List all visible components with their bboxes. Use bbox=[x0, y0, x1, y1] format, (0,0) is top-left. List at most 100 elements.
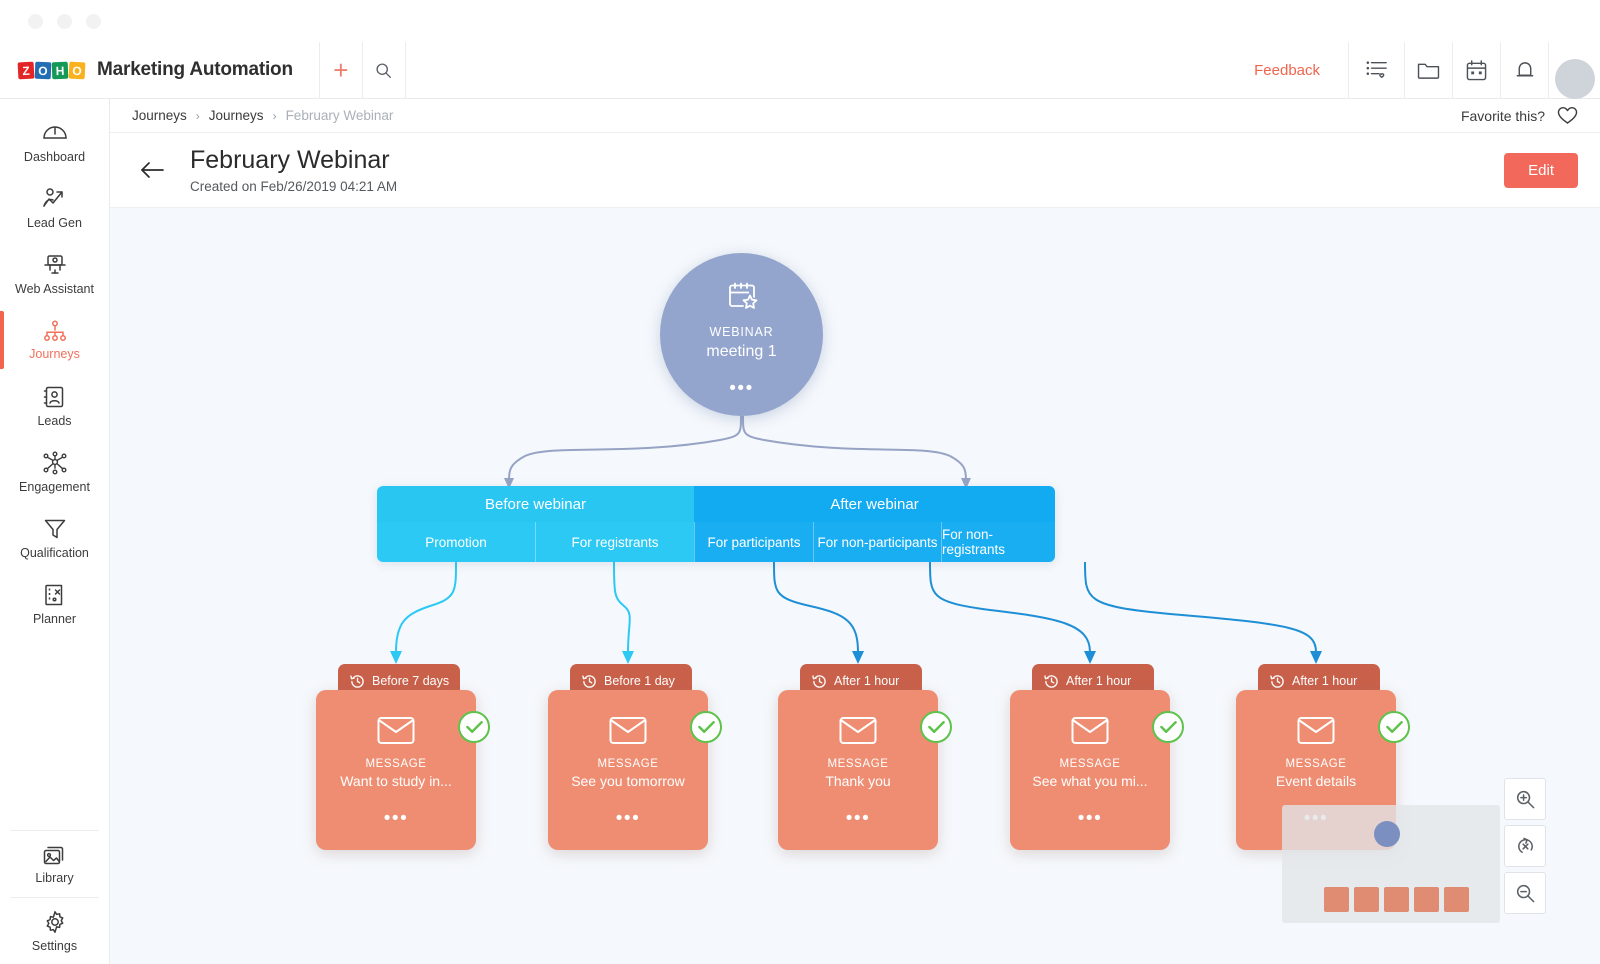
node-kind-label: WEBINAR bbox=[709, 325, 774, 339]
window-maximize-dot[interactable] bbox=[86, 13, 101, 29]
envelope-icon bbox=[377, 716, 415, 750]
sidebar-item-planner[interactable]: Planner bbox=[0, 571, 109, 637]
folder-icon bbox=[1417, 63, 1440, 79]
check-circle-icon bbox=[697, 721, 715, 733]
card-body[interactable]: MESSAGE See you tomorrow ••• bbox=[548, 690, 708, 850]
breadcrumb-item-1[interactable]: Journeys bbox=[132, 108, 187, 123]
journey-canvas[interactable]: WEBINAR meeting 1 ••• Before webinar Aft… bbox=[110, 208, 1600, 964]
tab-for-non-registrants[interactable]: For non-registrants bbox=[941, 522, 1055, 562]
clock-icon bbox=[1044, 674, 1058, 688]
zoom-out-button[interactable] bbox=[1504, 872, 1546, 914]
logo-letter-h: H bbox=[51, 61, 69, 79]
tab-promotion[interactable]: Promotion bbox=[377, 522, 535, 562]
calendar-button[interactable] bbox=[1452, 41, 1500, 99]
search-button[interactable] bbox=[363, 42, 405, 99]
journey-minimap[interactable] bbox=[1282, 805, 1500, 923]
breadcrumb-item-2[interactable]: Journeys bbox=[209, 108, 264, 123]
gear-icon bbox=[46, 910, 63, 933]
back-button[interactable] bbox=[132, 161, 172, 179]
node-menu-button[interactable]: ••• bbox=[729, 379, 753, 398]
library-icon bbox=[43, 846, 64, 864]
card-menu-button[interactable]: ••• bbox=[384, 809, 408, 828]
sidebar-item-label: Journeys bbox=[29, 346, 80, 361]
feedback-link[interactable]: Feedback bbox=[1226, 62, 1348, 79]
clock-icon bbox=[812, 674, 826, 688]
zoom-out-icon bbox=[1516, 884, 1534, 902]
clock-icon bbox=[350, 674, 364, 688]
sidebar-item-settings[interactable]: Settings bbox=[0, 898, 109, 964]
card-kind-label: MESSAGE bbox=[1285, 758, 1347, 770]
tab-group-before-webinar[interactable]: Before webinar bbox=[377, 486, 694, 522]
minimap-node bbox=[1414, 887, 1439, 912]
favorite-button[interactable] bbox=[1557, 106, 1578, 125]
card-kind-label: MESSAGE bbox=[827, 758, 889, 770]
logo-letter-o1: O bbox=[34, 61, 52, 79]
edit-button[interactable]: Edit bbox=[1504, 152, 1578, 188]
user-avatar-button[interactable] bbox=[1548, 41, 1600, 99]
card-menu-button[interactable]: ••• bbox=[846, 809, 870, 828]
window-minimize-dot[interactable] bbox=[57, 13, 72, 29]
card-body[interactable]: MESSAGE Want to study in... ••• bbox=[316, 690, 476, 850]
sidebar-item-label: Qualification bbox=[20, 545, 89, 560]
tab-for-registrants[interactable]: For registrants bbox=[535, 522, 694, 562]
card-kind-label: MESSAGE bbox=[597, 758, 659, 770]
card-body[interactable]: MESSAGE See what you mi... ••• bbox=[1010, 690, 1170, 850]
logo-letter-z: Z bbox=[17, 61, 35, 79]
card-title: Want to study in... bbox=[340, 773, 452, 789]
sidebar-item-dashboard[interactable]: Dashboard bbox=[0, 109, 109, 175]
card-menu-button[interactable]: ••• bbox=[1078, 809, 1102, 828]
planner-icon bbox=[45, 584, 63, 605]
activity-list-button[interactable] bbox=[1348, 41, 1404, 99]
envelope-icon bbox=[1297, 716, 1335, 750]
zoom-in-button[interactable] bbox=[1504, 778, 1546, 820]
page-title: February Webinar bbox=[190, 146, 390, 175]
breadcrumb-separator: › bbox=[272, 108, 277, 123]
journey-node-webinar[interactable]: WEBINAR meeting 1 ••• bbox=[660, 253, 823, 416]
card-body[interactable]: MESSAGE Thank you ••• bbox=[778, 690, 938, 850]
brand[interactable]: Z O H O Marketing Automation bbox=[0, 59, 293, 81]
journeys-icon bbox=[43, 320, 66, 341]
web-assistant-icon bbox=[43, 254, 66, 274]
card-title: See what you mi... bbox=[1032, 773, 1148, 789]
folder-button[interactable] bbox=[1404, 41, 1452, 99]
tab-for-participants[interactable]: For participants bbox=[694, 522, 813, 562]
sidebar-item-label: Dashboard bbox=[23, 149, 86, 164]
card-timing-label: After 1 hour bbox=[1292, 674, 1358, 688]
reset-zoom-button[interactable] bbox=[1504, 825, 1546, 867]
plus-icon: + bbox=[333, 55, 349, 85]
card-status-badge bbox=[1378, 711, 1410, 743]
sidebar-item-engagement[interactable]: Engagement bbox=[0, 439, 109, 505]
sidebar-item-label: Planner bbox=[32, 611, 77, 626]
check-circle-icon bbox=[927, 721, 945, 733]
card-status-badge bbox=[458, 711, 490, 743]
sidebar-item-lead-gen[interactable]: Lead Gen bbox=[0, 175, 109, 241]
main-sidebar: Dashboard Lead Gen Web Assistant Journey… bbox=[0, 99, 110, 964]
clock-icon bbox=[1270, 674, 1284, 688]
card-title: Event details bbox=[1275, 773, 1357, 789]
sidebar-item-library[interactable]: Library bbox=[0, 831, 109, 897]
sidebar-item-qualification[interactable]: Qualification bbox=[0, 505, 109, 571]
notifications-button[interactable] bbox=[1500, 41, 1548, 99]
card-menu-button[interactable]: ••• bbox=[616, 809, 640, 828]
back-arrow-icon bbox=[141, 162, 164, 178]
card-timing-label: After 1 hour bbox=[1066, 674, 1132, 688]
tab-for-non-participants[interactable]: For non-participants bbox=[813, 522, 941, 562]
qualification-icon bbox=[44, 519, 65, 538]
minimap-node bbox=[1354, 887, 1379, 912]
window-titlebar bbox=[0, 0, 1600, 42]
card-status-badge bbox=[920, 711, 952, 743]
content-area: Journeys › Journeys › February Webinar F… bbox=[110, 99, 1600, 964]
sidebar-item-leads[interactable]: Leads bbox=[0, 373, 109, 439]
node-title: meeting 1 bbox=[706, 343, 777, 360]
sidebar-item-label: Engagement bbox=[19, 479, 90, 494]
add-button[interactable]: + bbox=[320, 42, 362, 99]
window-close-dot[interactable] bbox=[28, 13, 43, 29]
favorite-label[interactable]: Favorite this? bbox=[1461, 108, 1545, 124]
sidebar-item-web-assistant[interactable]: Web Assistant bbox=[0, 241, 109, 307]
tab-group-after-webinar[interactable]: After webinar bbox=[694, 486, 1055, 522]
engagement-icon bbox=[43, 451, 67, 475]
sidebar-item-journeys[interactable]: Journeys bbox=[0, 307, 109, 373]
reset-zoom-icon bbox=[1517, 837, 1533, 853]
zoho-logo-icon: Z O H O bbox=[17, 61, 86, 79]
check-circle-icon bbox=[1385, 721, 1403, 733]
